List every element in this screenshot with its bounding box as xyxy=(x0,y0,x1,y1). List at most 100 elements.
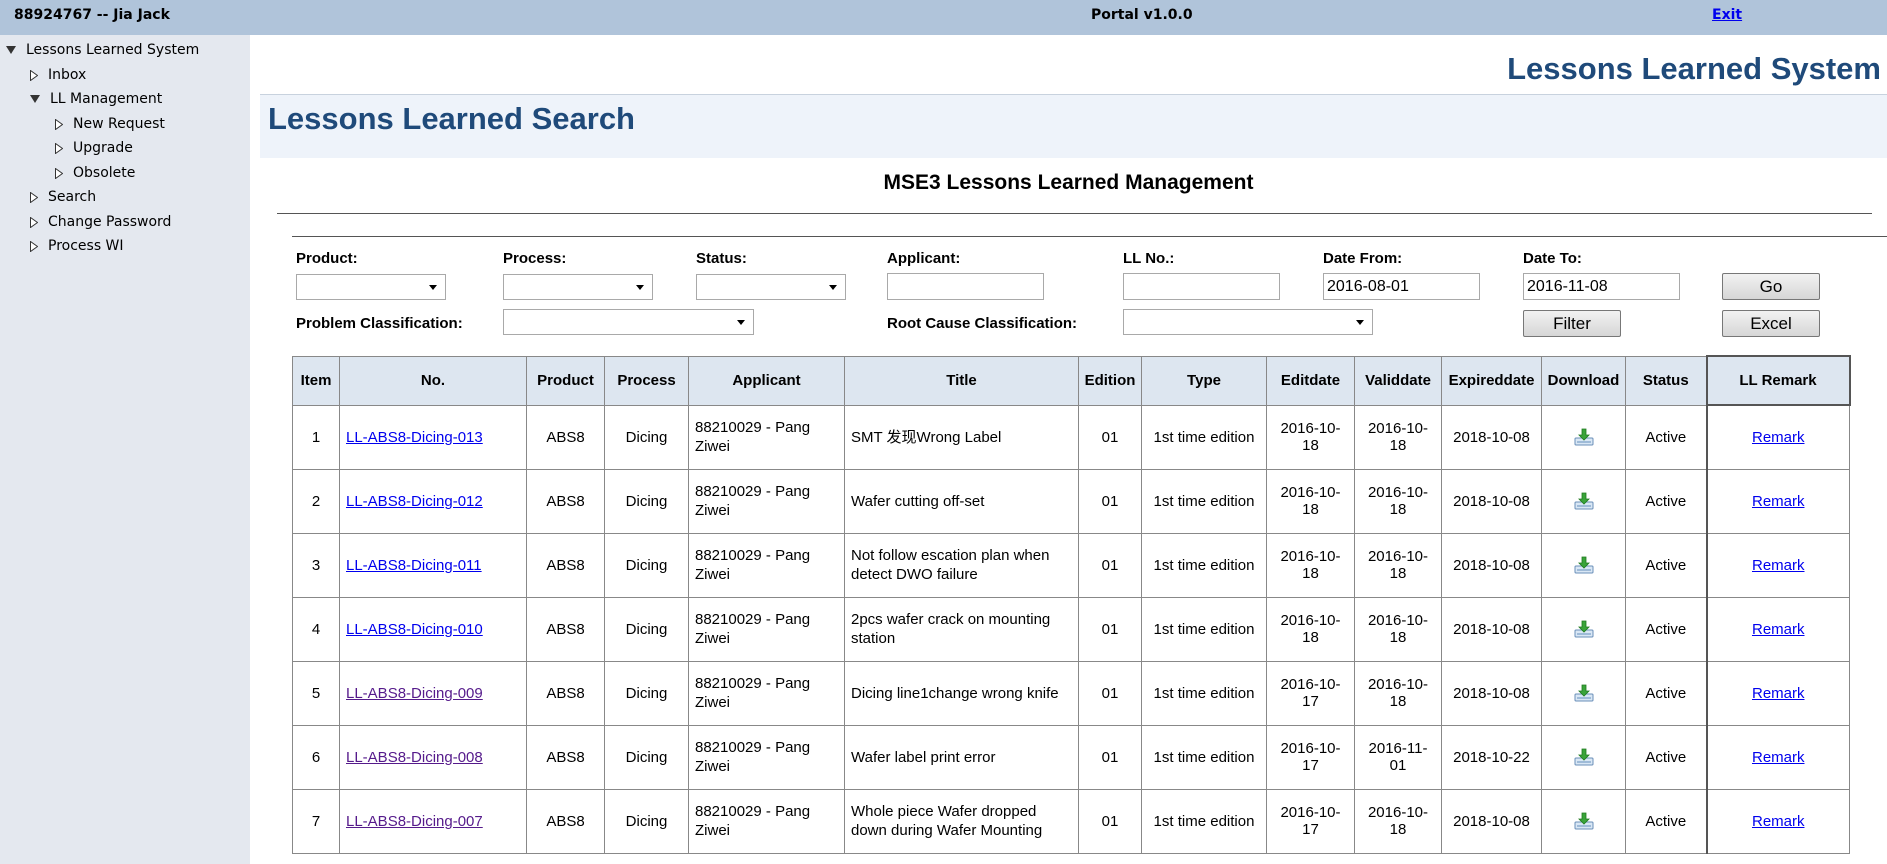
status-select[interactable] xyxy=(696,274,846,300)
tree-item-label: New Request xyxy=(73,116,165,132)
column-header-title: Title xyxy=(844,355,1079,406)
ll-no-input[interactable] xyxy=(1123,273,1280,300)
root-cause-classification-select[interactable] xyxy=(1123,309,1373,335)
cell-title: Whole piece Wafer dropped down during Wa… xyxy=(844,788,1079,854)
problem-classification-select[interactable] xyxy=(503,309,754,335)
download-icon[interactable] xyxy=(1573,747,1595,767)
cell-download xyxy=(1541,724,1626,790)
tree-item-label: Search xyxy=(48,189,97,205)
cell-product: ABS8 xyxy=(526,660,605,726)
remark-link[interactable]: Remark xyxy=(1752,749,1805,766)
cell-type: 1st time edition xyxy=(1141,596,1267,662)
triangle-right-icon xyxy=(30,191,38,203)
cell-product: ABS8 xyxy=(526,596,605,662)
column-header-product: Product xyxy=(526,355,605,406)
cell-download xyxy=(1541,596,1626,662)
cell-title: Wafer cutting off-set xyxy=(844,468,1079,534)
ll-number-link[interactable]: LL-ABS8-Dicing-009 xyxy=(346,685,483,702)
cell-item: 2 xyxy=(292,468,340,534)
cell-no: LL-ABS8-Dicing-011 xyxy=(339,532,527,598)
cell-ll-remark: Remark xyxy=(1705,788,1850,854)
cell-item: 3 xyxy=(292,532,340,598)
cell-edition: 01 xyxy=(1078,788,1142,854)
remark-link[interactable]: Remark xyxy=(1752,621,1805,638)
applicant-label: Applicant: xyxy=(887,250,961,267)
date-to-label: Date To: xyxy=(1523,250,1582,267)
cell-process: Dicing xyxy=(604,788,689,854)
column-header-process: Process xyxy=(604,355,689,406)
remark-link[interactable]: Remark xyxy=(1752,813,1805,830)
download-icon[interactable] xyxy=(1573,491,1595,511)
sidebar-item-upgrade[interactable]: Upgrade xyxy=(55,138,133,158)
tree-item-label: Obsolete xyxy=(73,165,136,181)
cell-status: Active xyxy=(1625,404,1707,470)
cell-product: ABS8 xyxy=(526,532,605,598)
sidebar-item-search[interactable]: Search xyxy=(30,187,96,207)
remark-link[interactable]: Remark xyxy=(1752,493,1805,510)
sidebar-item-ll-management[interactable]: LL Management xyxy=(30,89,162,109)
tree-root-lessons-learned-system[interactable]: Lessons Learned System xyxy=(6,40,199,60)
ll-number-link[interactable]: LL-ABS8-Dicing-011 xyxy=(346,557,482,574)
ll-number-link[interactable]: LL-ABS8-Dicing-008 xyxy=(346,749,483,766)
page-title: Lessons Learned Search xyxy=(268,101,635,136)
download-icon[interactable] xyxy=(1573,811,1595,831)
cell-status: Active xyxy=(1625,596,1707,662)
sidebar-item-change-password[interactable]: Change Password xyxy=(30,212,171,232)
divider xyxy=(277,213,1872,214)
cell-expireddate: 2018-10-22 xyxy=(1441,724,1542,790)
remark-link[interactable]: Remark xyxy=(1752,557,1805,574)
cell-applicant: 88210029 - Pang Ziwei xyxy=(688,596,845,662)
ll-number-link[interactable]: LL-ABS8-Dicing-012 xyxy=(346,493,483,510)
cell-expireddate: 2018-10-08 xyxy=(1441,532,1542,598)
ll-number-link[interactable]: LL-ABS8-Dicing-007 xyxy=(346,813,483,830)
cell-title: Wafer label print error xyxy=(844,724,1079,790)
triangle-right-icon xyxy=(55,142,63,154)
current-user: 88924767 -- Jia Jack xyxy=(14,7,170,23)
sidebar-item-process-wi[interactable]: Process WI xyxy=(30,236,124,256)
cell-ll-remark: Remark xyxy=(1705,724,1850,790)
sidebar-item-new-request[interactable]: New Request xyxy=(55,114,165,134)
tree-item-label: Upgrade xyxy=(73,140,133,156)
sidebar-item-obsolete[interactable]: Obsolete xyxy=(55,163,135,183)
page-header: Lessons Learned Search xyxy=(260,94,1887,158)
cell-validdate: 2016-11-01 xyxy=(1354,724,1442,790)
process-select[interactable] xyxy=(503,274,653,300)
sidebar-item-inbox[interactable]: Inbox xyxy=(30,65,86,85)
tree-item-label: LL Management xyxy=(50,91,163,107)
go-button[interactable]: Go xyxy=(1722,273,1820,300)
date-from-label: Date From: xyxy=(1323,250,1403,267)
cell-applicant: 88210029 - Pang Ziwei xyxy=(688,788,845,854)
date-from-input[interactable]: 2016-08-01 xyxy=(1323,273,1480,300)
triangle-right-icon xyxy=(30,216,38,228)
problem-classification-label: Problem Classification: xyxy=(296,315,463,332)
cell-no: LL-ABS8-Dicing-008 xyxy=(339,724,527,790)
portal-version: Portal v1.0.0 xyxy=(1091,7,1193,23)
filter-button[interactable]: Filter xyxy=(1523,310,1621,337)
ll-number-link[interactable]: LL-ABS8-Dicing-013 xyxy=(346,429,483,446)
cell-type: 1st time edition xyxy=(1141,788,1267,854)
download-icon[interactable] xyxy=(1573,555,1595,575)
download-icon[interactable] xyxy=(1573,619,1595,639)
download-icon[interactable] xyxy=(1573,683,1595,703)
cell-expireddate: 2018-10-08 xyxy=(1441,596,1542,662)
cell-process: Dicing xyxy=(604,468,689,534)
cell-title: 2pcs wafer crack on mounting station xyxy=(844,596,1079,662)
exit-link[interactable]: Exit xyxy=(1712,7,1742,23)
cell-process: Dicing xyxy=(604,596,689,662)
chevron-down-icon xyxy=(737,320,745,325)
cell-title: Dicing line1change wrong knife xyxy=(844,660,1079,726)
cell-status: Active xyxy=(1625,660,1707,726)
date-to-input[interactable]: 2016-11-08 xyxy=(1523,273,1680,300)
ll-number-link[interactable]: LL-ABS8-Dicing-010 xyxy=(346,621,483,638)
cell-edition: 01 xyxy=(1078,532,1142,598)
product-select[interactable] xyxy=(296,274,446,300)
excel-button[interactable]: Excel xyxy=(1722,310,1820,337)
download-icon[interactable] xyxy=(1573,427,1595,447)
applicant-input[interactable] xyxy=(887,273,1044,300)
remark-link[interactable]: Remark xyxy=(1752,685,1805,702)
cell-status: Active xyxy=(1625,532,1707,598)
app-title: Lessons Learned System xyxy=(1507,51,1881,86)
remark-link[interactable]: Remark xyxy=(1752,429,1805,446)
cell-ll-remark: Remark xyxy=(1705,532,1850,598)
cell-product: ABS8 xyxy=(526,724,605,790)
